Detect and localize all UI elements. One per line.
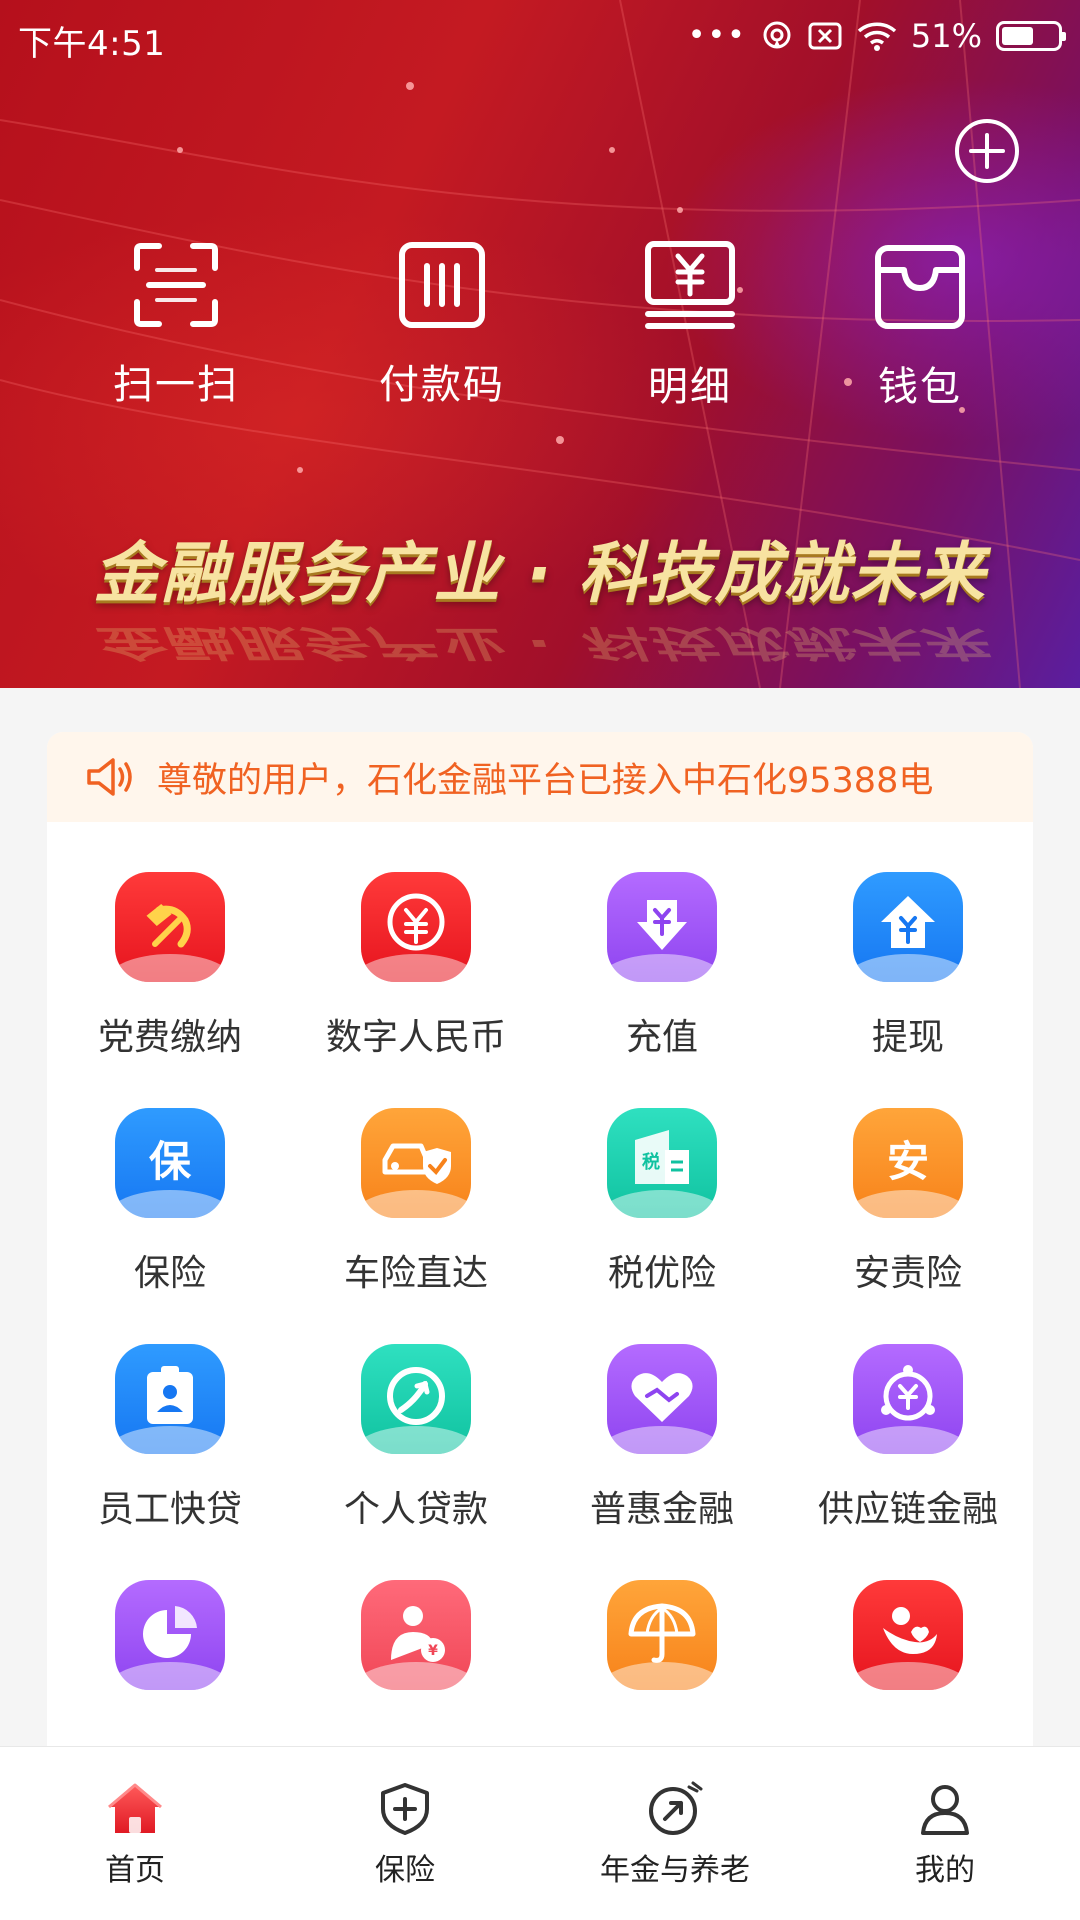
- nav-label: 年金与养老: [600, 1853, 750, 1888]
- nav-label: 保险: [375, 1853, 435, 1888]
- slogan-reflection: 金融服务产业 · 科技成就未来: [93, 621, 987, 665]
- nav-label: 首页: [105, 1853, 165, 1888]
- quick-action-payment-code[interactable]: 付款码: [332, 240, 552, 410]
- digital-yuan-icon: [387, 893, 445, 951]
- scan-icon: [134, 243, 218, 327]
- no-sim-icon: [808, 22, 842, 50]
- withdraw-icon: [881, 896, 935, 948]
- pie-chart-icon: [143, 1606, 197, 1658]
- party-emblem-icon: [146, 903, 191, 948]
- service-safety-insurance[interactable]: 安 安责险: [785, 1108, 1031, 1296]
- battery-percent: 51%: [910, 17, 982, 55]
- recharge-icon: [637, 900, 687, 950]
- safety-insurance-icon: 安: [887, 1137, 929, 1186]
- service-label: 安责险: [853, 1253, 962, 1294]
- service-label: 充值: [625, 1017, 698, 1058]
- tax-insurance-icon: 税: [635, 1130, 689, 1184]
- quick-action-label: 钱包: [878, 364, 962, 410]
- nav-home[interactable]: 首页: [0, 1781, 270, 1889]
- inclusive-finance-icon: [631, 1373, 693, 1422]
- service-label: 供应链金融: [817, 1489, 998, 1530]
- quick-action-scan[interactable]: 扫一扫: [66, 240, 286, 410]
- service-withdraw[interactable]: 提现: [785, 872, 1031, 1060]
- nav-profile[interactable]: 我的: [810, 1781, 1080, 1889]
- service-personal-loan[interactable]: 个人贷款: [293, 1344, 539, 1532]
- hero-banner: 下午4:51 ••• 51% 扫一扫 付款码 明细 钱包 金融服务产业 · 科技…: [0, 0, 1080, 688]
- svg-text:¥: ¥: [428, 1643, 438, 1659]
- service-item-pension-person[interactable]: ¥: [293, 1580, 539, 1716]
- umbrella-icon: [628, 1603, 696, 1663]
- service-employee-loan[interactable]: 员工快贷: [47, 1344, 293, 1532]
- employee-loan-icon: [147, 1366, 193, 1424]
- quick-action-label: 付款码: [379, 362, 505, 408]
- nav-pension[interactable]: 年金与养老: [540, 1781, 810, 1889]
- service-label: 党费缴纳: [97, 1017, 242, 1058]
- car-insurance-icon: [382, 1143, 451, 1184]
- service-supply-chain-finance[interactable]: 供应链金融: [785, 1344, 1031, 1532]
- service-label: 普惠金融: [589, 1489, 734, 1530]
- wifi-icon: [857, 22, 897, 51]
- pension-icon: [649, 1781, 703, 1835]
- svg-text:税: 税: [642, 1151, 660, 1173]
- quick-action-label: 明细: [648, 364, 732, 410]
- service-inclusive-finance[interactable]: 普惠金融: [539, 1344, 785, 1532]
- payment-code-icon: [399, 242, 485, 328]
- home-icon: [108, 1783, 162, 1833]
- status-icons: ••• 51%: [687, 16, 1066, 56]
- service-tax-insurance[interactable]: 税 税优险: [539, 1108, 785, 1296]
- slogan-banner: 金融服务产业 · 科技成就未来 金融服务产业 · 科技成就未来: [0, 520, 1080, 664]
- details-icon: [645, 241, 735, 329]
- quick-action-wallet[interactable]: 钱包: [810, 240, 1030, 412]
- personal-loan-icon: [387, 1367, 445, 1425]
- service-card: 尊敬的用户，石化金融平台已接入中石化95388电 党费缴纳 数字人民币 充值 提…: [47, 732, 1033, 1748]
- notification-dots: •••: [687, 18, 747, 53]
- service-label: 数字人民币: [325, 1017, 506, 1058]
- nav-label: 我的: [915, 1853, 975, 1888]
- service-label: 个人贷款: [343, 1489, 488, 1530]
- wallet-icon: [875, 245, 965, 329]
- status-bar: 下午4:51 ••• 51%: [0, 0, 1080, 72]
- hotspot-icon: [763, 21, 791, 49]
- nav-insurance[interactable]: 保险: [270, 1781, 540, 1889]
- svg-text:安: 安: [887, 1137, 929, 1186]
- service-label: 税优险: [607, 1253, 716, 1294]
- care-icon: [883, 1607, 937, 1654]
- service-party-dues[interactable]: 党费缴纳: [47, 872, 293, 1060]
- service-recharge[interactable]: 充值: [539, 872, 785, 1060]
- service-digital-yuan[interactable]: 数字人民币: [293, 872, 539, 1060]
- notice-bar[interactable]: 尊敬的用户，石化金融平台已接入中石化95388电: [47, 732, 1033, 822]
- service-car-insurance[interactable]: 车险直达: [293, 1108, 539, 1296]
- profile-icon: [921, 1785, 969, 1835]
- battery-icon: [996, 21, 1066, 51]
- service-item-umbrella[interactable]: [539, 1580, 785, 1716]
- service-label: 提现: [871, 1017, 944, 1058]
- service-label: 车险直达: [343, 1253, 488, 1294]
- add-button[interactable]: [954, 118, 1020, 184]
- status-time: 下午4:51: [18, 24, 166, 64]
- insurance-icon: 保: [149, 1137, 192, 1186]
- service-label: 保险: [133, 1253, 206, 1294]
- service-item-analytics[interactable]: [47, 1580, 293, 1716]
- quick-actions: 扫一扫 付款码 明细 钱包: [0, 240, 1080, 420]
- supply-chain-finance-icon: [881, 1365, 935, 1421]
- pension-person-icon: ¥: [391, 1606, 445, 1662]
- service-label: 员工快贷: [97, 1489, 242, 1530]
- notice-text: 尊敬的用户，石化金融平台已接入中石化95388电: [157, 760, 934, 801]
- svg-text:保: 保: [149, 1137, 192, 1186]
- quick-action-label: 扫一扫: [113, 362, 239, 408]
- slogan-text: 金融服务产业 · 科技成就未来: [93, 535, 987, 612]
- shield-plus-icon: [381, 1783, 429, 1835]
- bottom-nav: 首页 保险 年金与养老 我的: [0, 1746, 1080, 1920]
- service-item-care[interactable]: [785, 1580, 1031, 1716]
- quick-action-details[interactable]: 明细: [580, 240, 800, 412]
- service-insurance[interactable]: 保 保险: [47, 1108, 293, 1296]
- speaker-icon: [87, 758, 132, 796]
